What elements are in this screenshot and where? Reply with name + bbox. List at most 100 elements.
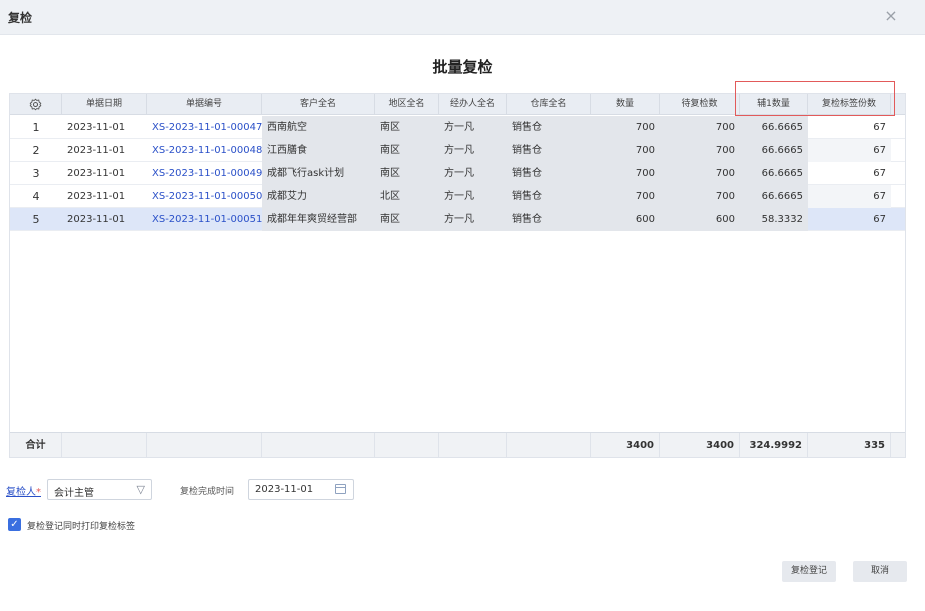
row-customer: 江西膳食 [262, 139, 375, 162]
totals-empty [439, 433, 507, 458]
row-label-count-input[interactable]: 67 [808, 185, 891, 208]
row-aux1: 66.6665 [740, 185, 808, 208]
table-row[interactable]: 2 2023-11-01 XS-2023-11-01-00048 江西膳食 南区… [10, 139, 905, 162]
row-pending: 700 [660, 185, 740, 208]
row-customer: 成都飞行ask计划 [262, 162, 375, 185]
row-region: 南区 [375, 162, 439, 185]
row-warehouse: 销售仓 [507, 162, 591, 185]
row-date: 2023-11-01 [67, 145, 126, 156]
gear-icon [29, 98, 42, 111]
column-header-aux1[interactable]: 辅1数量 [740, 94, 808, 115]
reviewer-label-link[interactable]: 复检人* [6, 483, 41, 498]
reviewer-form-row: 复检人* 会计主管 ▽ 复检完成时间 2023-11-01 [6, 479, 506, 501]
column-header-handler[interactable]: 经办人全名 [439, 94, 507, 115]
row-number: 3 [32, 167, 40, 180]
column-header-code[interactable]: 单据编号 [147, 94, 262, 115]
review-register-button[interactable]: 复检登记 [782, 561, 836, 582]
column-header-labels[interactable]: 复检标签份数 [808, 94, 891, 115]
row-date: 2023-11-01 [67, 168, 126, 179]
row-label-count-input[interactable]: 67 [808, 116, 891, 139]
row-pending: 600 [660, 208, 740, 231]
row-handler: 方一凡 [439, 162, 507, 185]
totals-aux1: 324.9992 [740, 433, 808, 458]
column-header-region[interactable]: 地区全名 [375, 94, 439, 115]
page-title: 批量复检 [432, 58, 493, 76]
table-row[interactable]: 4 2023-11-01 XS-2023-11-01-00050 成都艾力 北区… [10, 185, 905, 208]
row-qty: 700 [591, 185, 660, 208]
totals-qty: 3400 [591, 433, 660, 458]
row-pending: 700 [660, 116, 740, 139]
column-header-date[interactable]: 单据日期 [62, 94, 147, 115]
reviewer-select-value: 会计主管 [54, 488, 94, 499]
totals-pending: 3400 [660, 433, 740, 458]
required-mark: * [36, 487, 41, 498]
column-header-warehouse[interactable]: 仓库全名 [507, 94, 591, 115]
row-region: 南区 [375, 139, 439, 162]
row-customer: 成都年年爽贸经营部 [262, 208, 375, 231]
column-header-qty[interactable]: 数量 [591, 94, 660, 115]
print-labels-checkbox[interactable]: ✓ [8, 518, 21, 531]
row-qty: 700 [591, 162, 660, 185]
totals-empty [62, 433, 147, 458]
column-header-customer[interactable]: 客户全名 [262, 94, 375, 115]
calendar-icon[interactable] [335, 484, 346, 494]
column-header-pending[interactable]: 待复检数 [660, 94, 740, 115]
review-table: 单据日期 单据编号 客户全名 地区全名 经办人全名 仓库全名 数量 待复检数 辅… [9, 93, 906, 458]
row-warehouse: 销售仓 [507, 116, 591, 139]
cancel-button[interactable]: 取消 [853, 561, 907, 582]
row-warehouse: 销售仓 [507, 139, 591, 162]
row-qty: 700 [591, 116, 660, 139]
row-number: 2 [32, 144, 40, 157]
row-aux1: 66.6665 [740, 116, 808, 139]
row-region: 北区 [375, 185, 439, 208]
row-date: 2023-11-01 [67, 214, 126, 225]
column-settings-button[interactable] [10, 94, 62, 115]
row-handler: 方一凡 [439, 208, 507, 231]
row-code-link[interactable]: XS-2023-11-01-00047 [147, 116, 262, 139]
completion-date-input[interactable]: 2023-11-01 [248, 479, 354, 500]
row-customer: 西南航空 [262, 116, 375, 139]
completion-time-label: 复检完成时间 [180, 487, 235, 497]
row-qty: 700 [591, 139, 660, 162]
row-aux1: 66.6665 [740, 139, 808, 162]
row-warehouse: 销售仓 [507, 208, 591, 231]
row-date: 2023-11-01 [67, 191, 126, 202]
row-label-count-input[interactable]: 67 [808, 139, 891, 162]
totals-empty [507, 433, 591, 458]
row-number: 1 [32, 121, 40, 134]
table-row[interactable]: 1 2023-11-01 XS-2023-11-01-00047 西南航空 南区… [10, 116, 905, 139]
dialog-title: 复检 [8, 11, 33, 25]
row-aux1: 66.6665 [740, 162, 808, 185]
row-handler: 方一凡 [439, 185, 507, 208]
close-icon[interactable]: × [883, 8, 899, 24]
totals-label: 合计 [10, 433, 62, 458]
totals-empty [262, 433, 375, 458]
reviewer-select[interactable]: 会计主管 ▽ [47, 479, 152, 500]
row-aux1: 58.3332 [740, 208, 808, 231]
table-header: 单据日期 单据编号 客户全名 地区全名 经办人全名 仓库全名 数量 待复检数 辅… [10, 94, 905, 115]
row-warehouse: 销售仓 [507, 185, 591, 208]
totals-empty [375, 433, 439, 458]
filter-icon[interactable]: ▽ [137, 483, 145, 496]
totals-empty [147, 433, 262, 458]
row-label-count-input[interactable]: 67 [808, 162, 891, 185]
dialog-header: 复检 × [0, 0, 925, 35]
row-code-link[interactable]: XS-2023-11-01-00051 [147, 208, 262, 231]
table-row[interactable]: 3 2023-11-01 XS-2023-11-01-00049 成都飞行ask… [10, 162, 905, 185]
row-code-link[interactable]: XS-2023-11-01-00048 [147, 139, 262, 162]
row-qty: 600 [591, 208, 660, 231]
row-handler: 方一凡 [439, 116, 507, 139]
row-code-link[interactable]: XS-2023-11-01-00049 [147, 162, 262, 185]
row-code-link[interactable]: XS-2023-11-01-00050 [147, 185, 262, 208]
row-customer: 成都艾力 [262, 185, 375, 208]
row-label-count-input[interactable]: 67 [808, 208, 891, 231]
row-region: 南区 [375, 116, 439, 139]
row-number: 4 [32, 190, 40, 203]
completion-date-value: 2023-11-01 [255, 484, 314, 495]
table-row-selected[interactable]: 5 2023-11-01 XS-2023-11-01-00051 成都年年爽贸经… [10, 208, 905, 231]
table-footer-totals: 合计 3400 3400 324.9992 335 [10, 432, 905, 458]
row-pending: 700 [660, 139, 740, 162]
row-date: 2023-11-01 [67, 122, 126, 133]
row-handler: 方一凡 [439, 139, 507, 162]
row-region: 南区 [375, 208, 439, 231]
